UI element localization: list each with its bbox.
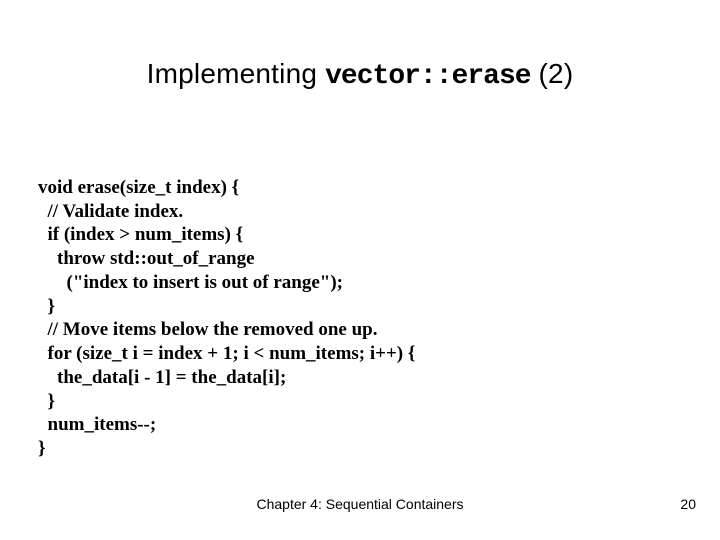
code-line: } xyxy=(38,438,46,459)
slide: Implementing vector::erase (2) void eras… xyxy=(0,0,720,540)
slide-title: Implementing vector::erase (2) xyxy=(0,58,720,92)
code-line: throw std::out_of_range xyxy=(38,248,255,269)
code-block: void erase(size_t index) { // Validate i… xyxy=(38,152,415,485)
code-line: if (index > num_items) { xyxy=(38,224,243,245)
code-line: } xyxy=(38,391,55,412)
code-line: } xyxy=(38,296,55,317)
title-mono: vector::erase xyxy=(325,61,530,92)
code-line: num_items--; xyxy=(38,414,156,435)
code-line: // Move items below the removed one up. xyxy=(38,319,378,340)
code-line: the_data[i - 1] = the_data[i]; xyxy=(38,367,286,388)
code-line: ("index to insert is out of range"); xyxy=(38,272,343,293)
title-suffix: (2) xyxy=(531,58,574,89)
code-line: void erase(size_t index) { xyxy=(38,177,239,198)
code-line: // Validate index. xyxy=(38,201,183,222)
footer-text: Chapter 4: Sequential Containers xyxy=(0,496,720,512)
page-number: 20 xyxy=(680,496,696,512)
code-line: for (size_t i = index + 1; i < num_items… xyxy=(38,343,415,364)
title-prefix: Implementing xyxy=(147,58,325,89)
